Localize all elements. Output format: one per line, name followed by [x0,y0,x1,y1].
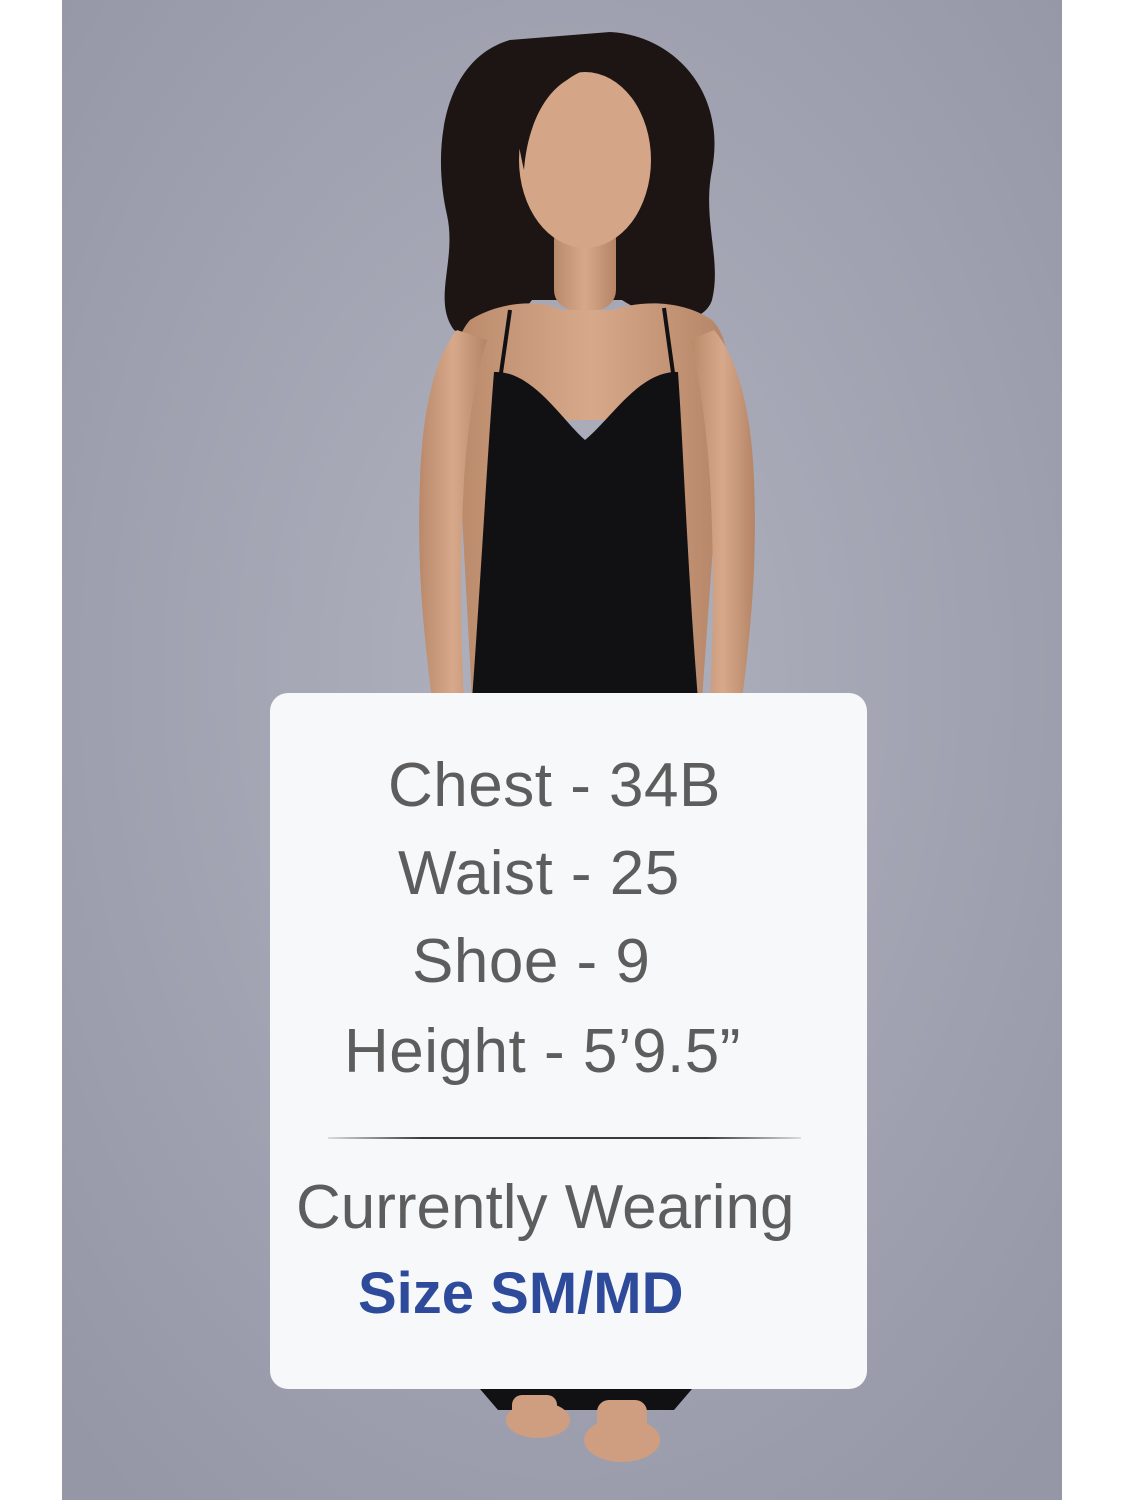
model-info-card: Chest - 34B Waist - 25 Shoe - 9 Height -… [270,693,867,1389]
height-measurement: Height - 5’9.5” [344,1017,741,1086]
size-label: Size SM/MD [358,1261,684,1326]
currently-wearing-label: Currently Wearing [296,1173,795,1242]
shoe-measurement: Shoe - 9 [412,927,651,996]
chest-measurement: Chest - 34B [388,751,721,820]
waist-measurement: Waist - 25 [398,839,680,908]
divider [328,1137,801,1139]
